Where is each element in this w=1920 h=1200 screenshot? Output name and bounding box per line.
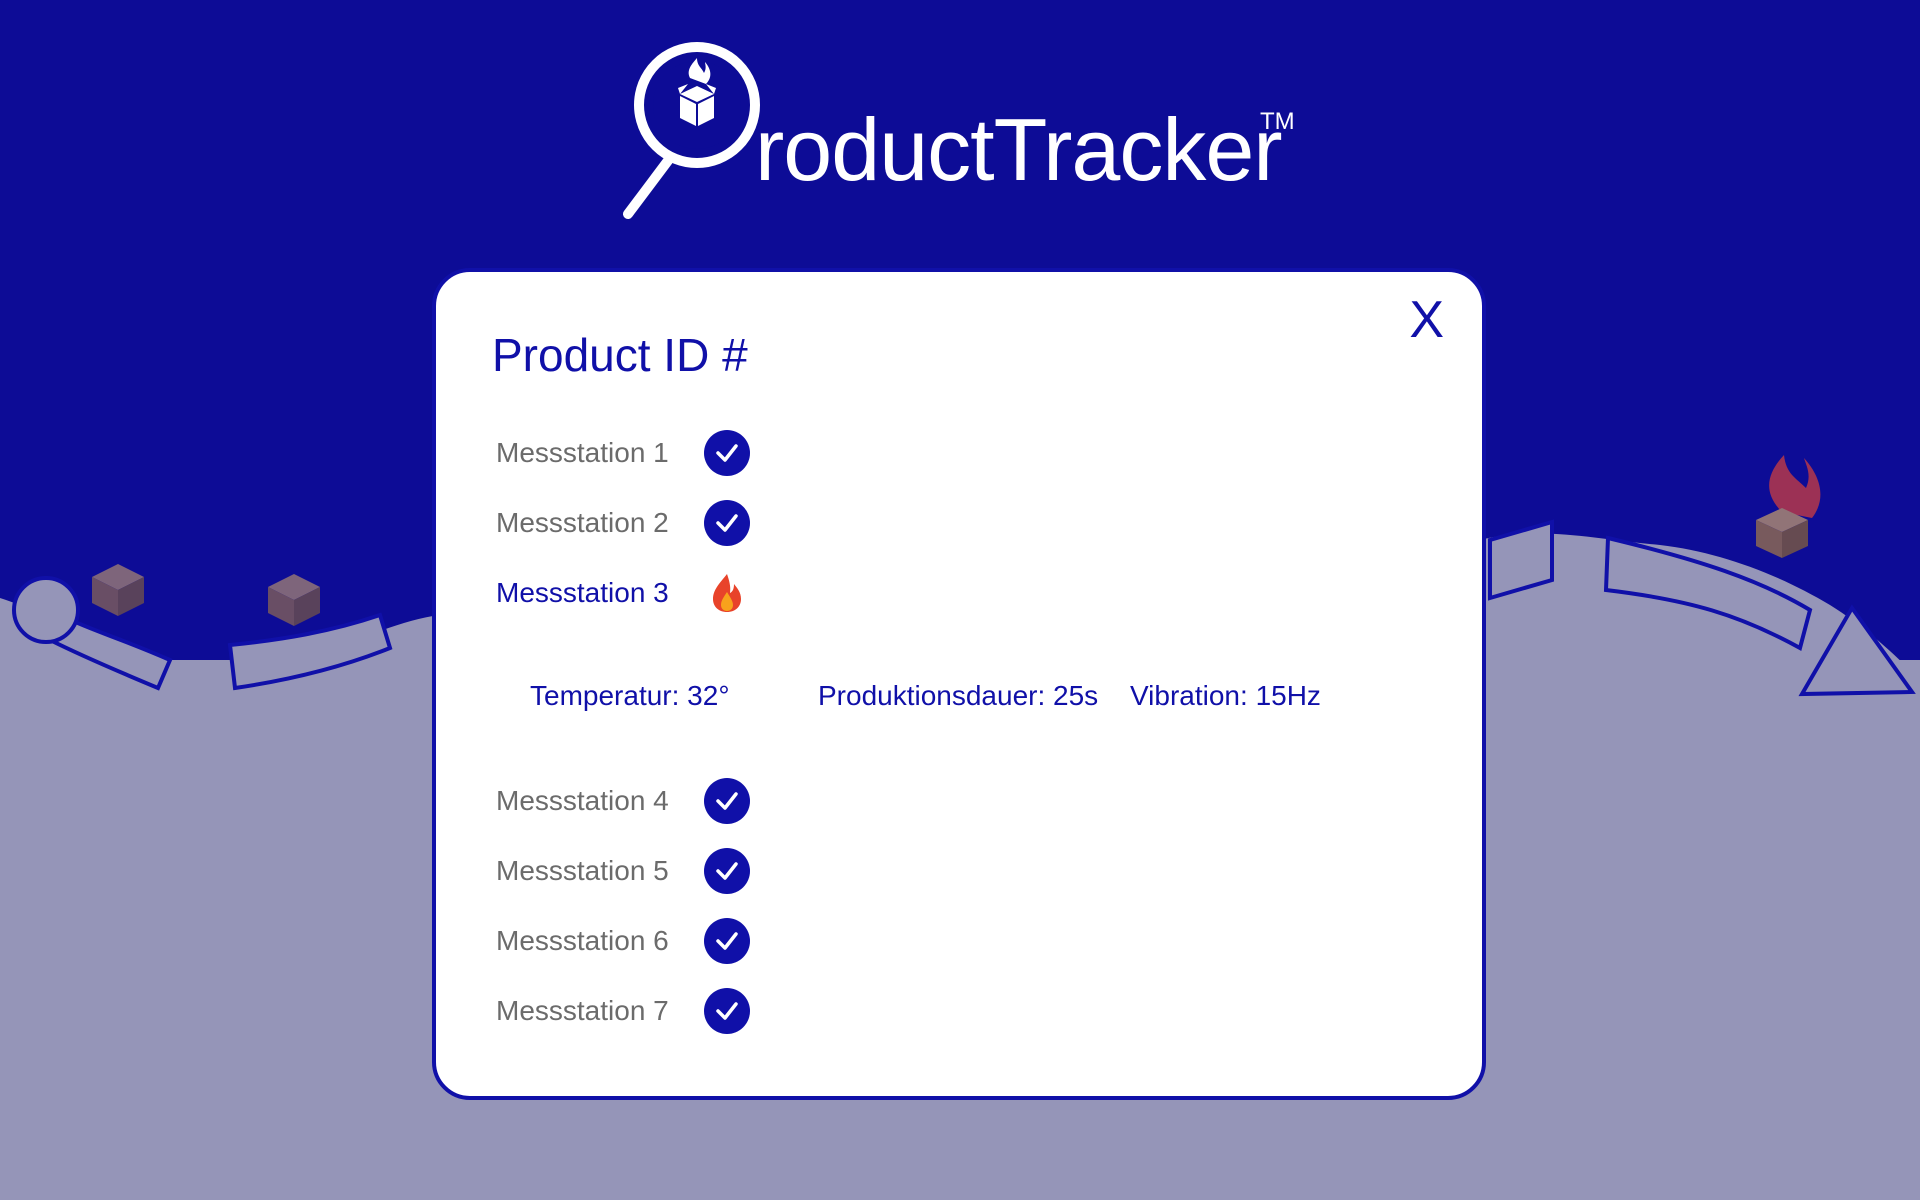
check-icon [704,430,750,476]
dialog-title: Product ID # [492,329,748,381]
station-label: Messstation 5 [496,855,669,886]
vibration-value: Vibration: 15Hz [1130,680,1321,711]
check-icon [704,988,750,1034]
check-icon [704,778,750,824]
station-row-3[interactable]: Messstation 3 [496,568,750,618]
production-duration-value: Produktionsdauer: 25s [818,680,1099,711]
station-label: Messstation 3 [496,577,669,608]
station-label: Messstation 7 [496,995,669,1026]
station-label: Messstation 6 [496,925,669,956]
station-label: Messstation 1 [496,437,669,468]
check-icon [704,848,750,894]
product-tracker-logo: roductTracker TM [620,38,1300,228]
flame-icon [704,570,750,616]
station-row-7[interactable]: Messstation 7 [496,986,750,1036]
product-details-dialog: X Product ID # Messstation 1 Messstation… [432,268,1486,1100]
station-row-2[interactable]: Messstation 2 [496,498,750,548]
temperature-value: Temperatur: 32° [530,680,730,711]
station-label: Messstation 4 [496,785,669,816]
check-icon [704,500,750,546]
station-row-5[interactable]: Messstation 5 [496,846,750,896]
close-button[interactable]: X [1409,294,1444,346]
station-row-4[interactable]: Messstation 4 [496,776,750,826]
logo-text: roductTracker [755,100,1283,199]
station-label: Messstation 2 [496,507,669,538]
magnifier-logo-icon [623,42,760,219]
station-row-6[interactable]: Messstation 6 [496,916,750,966]
station-row-1[interactable]: Messstation 1 [496,428,750,478]
check-icon [704,918,750,964]
trademark-mark: TM [1260,108,1295,135]
